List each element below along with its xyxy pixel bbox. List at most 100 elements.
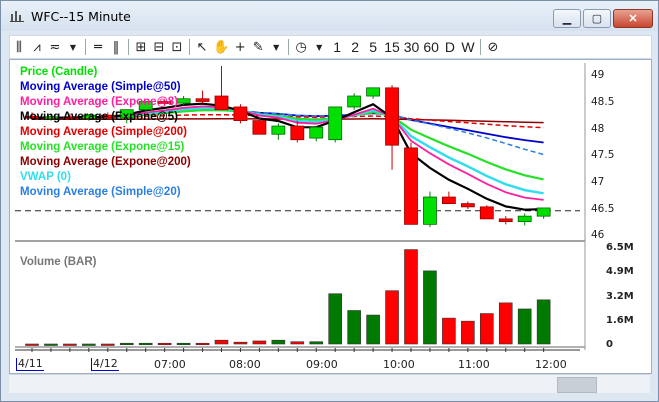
line-chart-icon[interactable]: ⩘ (28, 37, 46, 57)
interval-daily-button[interactable]: D (441, 37, 459, 57)
zoom-in-icon[interactable]: ⊞ (132, 37, 150, 57)
volume-bar[interactable] (328, 293, 343, 345)
bar-chart-icon[interactable]: ⫼ (10, 37, 28, 57)
candle[interactable] (404, 147, 418, 225)
candle[interactable] (460, 203, 475, 208)
volume-bar[interactable] (404, 249, 418, 345)
chevron-down-icon[interactable]: ▼ (267, 37, 285, 57)
interval-5-button[interactable]: 5 (364, 37, 382, 57)
legend-ma-simple-200: Moving Average (Simple@200) (20, 126, 187, 138)
indicator-icon[interactable]: ≂ (46, 37, 64, 57)
legend-ma-expone-200: Moving Average (Expone@200) (20, 156, 191, 168)
pointer-icon[interactable]: ↖ (193, 37, 211, 57)
clock-icon[interactable]: ◷ (292, 37, 310, 57)
minimize-button[interactable]: ▁ (553, 9, 581, 28)
volume-tick-label: 4.9M (606, 266, 634, 277)
candle[interactable] (385, 87, 399, 146)
candle[interactable] (498, 218, 513, 223)
volume-bar[interactable] (517, 308, 532, 345)
price-tick-label: 46.5 (591, 203, 615, 215)
candle[interactable] (441, 196, 456, 205)
scrollbar-thumb[interactable] (557, 377, 597, 393)
chart-area[interactable]: Price (Candle) Moving Average (Simple@50… (9, 59, 652, 374)
crosshair-icon[interactable]: + (231, 37, 249, 57)
horizontal-line-icon[interactable]: ═ (89, 37, 107, 57)
chevron-down-icon[interactable]: ▼ (64, 37, 82, 57)
interval-30-button[interactable]: 30 (402, 37, 422, 57)
volume-tick-label: 3.2M (606, 291, 634, 302)
date-marker-label: 4/12 (91, 357, 119, 371)
interval-2-button[interactable]: 2 (346, 37, 364, 57)
chart-window: WFC--15 Minute ▁ ▢ ✕ ⫼ ⩘ ≂ ▼ ═ ‖ ⊞ ⊟ ⊡ ↖… (0, 0, 659, 402)
candle[interactable] (233, 106, 248, 122)
volume-bar[interactable] (82, 343, 96, 346)
volume-bar[interactable] (536, 299, 551, 345)
volume-bar[interactable] (461, 320, 475, 345)
interval-60-button[interactable]: 60 (421, 37, 441, 57)
cancel-icon[interactable]: ⊘ (484, 37, 502, 57)
time-tick-label: 12:00 (535, 358, 567, 371)
candle[interactable] (347, 95, 362, 108)
close-button[interactable]: ✕ (613, 9, 653, 28)
volume-bar[interactable] (309, 341, 324, 345)
interval-weekly-button[interactable]: W (459, 37, 477, 57)
candle[interactable] (195, 98, 210, 102)
candle[interactable] (309, 126, 324, 139)
price-tick-label: 48 (591, 123, 605, 135)
maximize-icon: ▢ (591, 13, 603, 25)
volume-bar[interactable] (138, 342, 153, 346)
volume-bar[interactable] (233, 341, 248, 345)
volume-bar[interactable] (271, 339, 286, 345)
zoom-fit-icon[interactable]: ⊡ (168, 37, 186, 57)
toolbar-divider (189, 39, 190, 55)
volume-bar[interactable] (157, 342, 172, 346)
vertical-line-icon[interactable]: ‖ (107, 37, 125, 57)
candle[interactable] (290, 125, 305, 141)
volume-bar[interactable] (442, 317, 456, 345)
toolbar-divider (479, 39, 481, 55)
chevron-down-icon[interactable]: ▼ (310, 37, 328, 57)
volume-bar[interactable] (214, 339, 229, 345)
candle[interactable] (366, 87, 381, 97)
window-title: WFC--15 Minute (31, 9, 131, 24)
volume-bar[interactable] (101, 343, 115, 346)
interval-15-button[interactable]: 15 (382, 37, 402, 57)
candle[interactable] (479, 206, 494, 220)
pencil-icon[interactable]: ✎ (249, 37, 267, 57)
volume-bar[interactable] (290, 341, 305, 345)
candle[interactable] (328, 106, 343, 141)
volume-bar[interactable] (252, 340, 267, 345)
time-tick-label: 08:00 (229, 358, 261, 371)
candle[interactable] (536, 207, 551, 217)
candle[interactable] (252, 120, 267, 135)
volume-bar[interactable] (195, 342, 210, 346)
zoom-out-icon[interactable]: ⊟ (150, 37, 168, 57)
candle[interactable] (423, 196, 437, 225)
volume-bar[interactable] (119, 342, 134, 346)
volume-bar[interactable] (498, 302, 513, 345)
price-tick-label: 47.5 (591, 149, 615, 161)
interval-1-button[interactable]: 1 (328, 37, 346, 57)
volume-bar[interactable] (44, 343, 58, 346)
legend-vwap: VWAP (0) (20, 171, 71, 183)
candle[interactable] (176, 98, 191, 104)
volume-bar[interactable] (25, 343, 39, 346)
candle[interactable] (271, 125, 286, 135)
pan-hand-icon[interactable]: ✋ (211, 37, 231, 57)
legend-ma-expone-5: Moving Average (Expone@5) (20, 111, 178, 123)
volume-bar[interactable] (347, 310, 361, 345)
volume-tick-label: 1.6M (606, 315, 634, 326)
candle[interactable] (517, 215, 532, 223)
candle[interactable] (214, 95, 229, 111)
horizontal-scrollbar[interactable] (9, 374, 650, 393)
volume-bar[interactable] (385, 290, 399, 345)
legend-price: Price (Candle) (20, 66, 98, 78)
maximize-button[interactable]: ▢ (583, 9, 611, 28)
title-bar[interactable]: WFC--15 Minute ▁ ▢ ✕ (1, 1, 658, 31)
volume-bar[interactable] (176, 342, 191, 346)
volume-bar[interactable] (63, 343, 77, 346)
close-icon: ✕ (628, 13, 638, 25)
volume-bar[interactable] (479, 313, 494, 345)
volume-bar[interactable] (366, 314, 380, 345)
volume-bar[interactable] (423, 270, 437, 345)
